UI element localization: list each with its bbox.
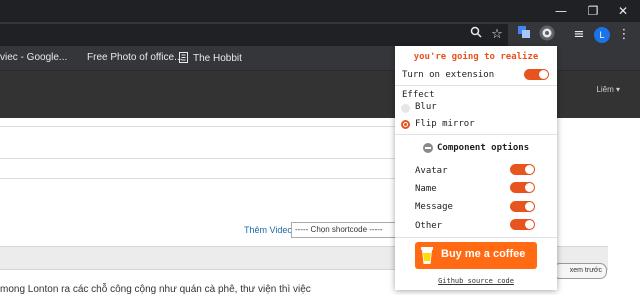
toggle-knob [525,165,534,174]
blur-radio[interactable] [401,104,410,113]
other-toggle[interactable] [510,219,535,230]
divider [395,134,557,135]
buy-coffee-label: Buy me a coffee [441,248,526,260]
bookmark-label: viec - Google... [0,52,68,63]
collapse-icon[interactable] [423,143,433,153]
profile-initial: L [594,27,610,43]
bookmark-item[interactable]: Free Photo of office... [87,52,182,63]
toggle-knob [525,202,534,211]
media-playlist-icon[interactable]: ≡ [569,25,589,45]
shortcode-select[interactable]: ----- Chọn shortcode ----- [291,222,396,238]
bookmark-label: The Hobbit [193,53,242,64]
divider [0,178,395,179]
restore-icon[interactable]: ❐ [584,2,602,20]
profile-avatar[interactable]: L [592,25,612,45]
bookmark-item[interactable]: The Hobbit [178,52,242,64]
zoom-icon[interactable] [466,25,486,45]
popup-title: you're going to realize [413,52,539,62]
effect-label: Effect [402,90,435,100]
extension-active-icon[interactable] [537,25,557,45]
turn-on-label: Turn on extension [402,70,495,80]
browser-toolbar: ☆ ≡ L ⋮ [0,22,640,48]
turn-on-toggle[interactable] [524,69,549,80]
message-option-label: Message [415,202,453,212]
bookmark-label: Free Photo of office... [87,52,183,63]
add-video-link[interactable]: Thêm Video [244,225,292,235]
message-toggle[interactable] [510,201,535,212]
minimize-icon[interactable]: — [552,2,570,20]
document-icon [178,52,189,63]
divider [395,237,557,238]
toggle-knob [525,220,534,229]
translate-extension-icon[interactable] [514,25,534,45]
browser-menu-icon[interactable]: ⋮ [614,25,634,45]
divider [0,158,395,159]
bookmark-star-icon[interactable]: ☆ [487,25,507,45]
coffee-cup-icon [421,247,433,264]
user-menu[interactable]: Liêm ▾ [596,85,620,94]
buy-coffee-button[interactable]: Buy me a coffee [415,242,537,269]
browser-titlebar: — ❐ ✕ [0,0,640,22]
blur-label[interactable]: Blur [415,102,437,112]
toggle-knob [539,70,548,79]
name-option-label: Name [415,184,437,194]
flip-mirror-radio[interactable] [401,120,410,129]
other-option-label: Other [415,221,443,231]
extension-popup: you're going to realize Turn on extensio… [395,46,557,290]
toggle-knob [525,183,534,192]
avatar-option-label: Avatar [415,166,448,176]
close-window-icon[interactable]: ✕ [614,2,632,20]
name-toggle[interactable] [510,182,535,193]
address-bar[interactable] [0,24,508,46]
divider [395,85,557,86]
preview-button[interactable]: xem trước [553,263,607,279]
flip-mirror-label[interactable]: Flip mirror [415,119,475,129]
avatar-toggle[interactable] [510,164,535,175]
component-options-label[interactable]: Component options [437,143,529,153]
bookmark-item[interactable]: viec - Google... [0,52,67,63]
divider [0,126,395,127]
github-source-link[interactable]: Github source code [395,277,557,285]
